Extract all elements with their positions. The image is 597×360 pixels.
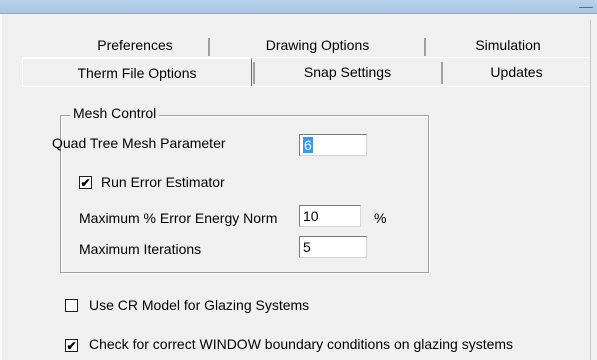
tab-preferences[interactable]: Preferences <box>60 34 210 56</box>
cr-model-checkbox[interactable] <box>65 299 78 312</box>
max-iterations-input[interactable]: 5 <box>299 236 367 258</box>
window-titlebar <box>0 0 597 14</box>
titlebar-control-icon[interactable] <box>579 1 593 8</box>
window-bc-label: Check for correct WINDOW boundary condit… <box>89 336 514 352</box>
max-iterations-label: Maximum Iterations <box>79 241 202 257</box>
tab-simulation[interactable]: Simulation <box>426 34 590 56</box>
tab-updates-label: Updates <box>490 64 543 80</box>
tab-updates[interactable]: Updates <box>443 58 590 86</box>
cr-model-label: Use CR Model for Glazing Systems <box>89 297 310 313</box>
tab-simulation-label: Simulation <box>475 37 541 53</box>
tab-drawing-options-label: Drawing Options <box>265 37 370 53</box>
run-error-check-icon: ✔ <box>80 175 91 190</box>
tab-therm-file-options-label: Therm File Options <box>77 64 197 81</box>
max-error-value: 10 <box>303 208 319 224</box>
panel-border <box>22 86 590 87</box>
mesh-control-title: Mesh Control <box>70 105 160 121</box>
quad-tree-label: Quad Tree Mesh Parameter <box>52 135 226 151</box>
window-bc-check-icon: ✔ <box>66 338 77 353</box>
tab-therm-file-options[interactable]: Therm File Options <box>22 58 252 86</box>
window-bc-checkbox[interactable]: ✔ <box>65 339 78 352</box>
tab-snap-settings-label: Snap Settings <box>303 64 392 80</box>
max-error-unit: % <box>374 210 387 226</box>
tab-drawing-options[interactable]: Drawing Options <box>210 34 425 56</box>
tab-snap-settings[interactable]: Snap Settings <box>255 58 440 86</box>
right-border <box>590 20 591 360</box>
tab-preferences-label: Preferences <box>97 37 173 53</box>
max-iterations-value: 5 <box>303 239 311 255</box>
run-error-checkbox[interactable]: ✔ <box>79 176 92 189</box>
run-error-label: Run Error Estimator <box>101 174 225 190</box>
quad-tree-input[interactable]: 6 <box>299 134 367 156</box>
max-error-input[interactable]: 10 <box>299 205 361 227</box>
quad-tree-value: 6 <box>303 137 313 153</box>
left-border <box>0 14 2 360</box>
max-error-label: Maximum % Error Energy Norm <box>79 210 278 226</box>
